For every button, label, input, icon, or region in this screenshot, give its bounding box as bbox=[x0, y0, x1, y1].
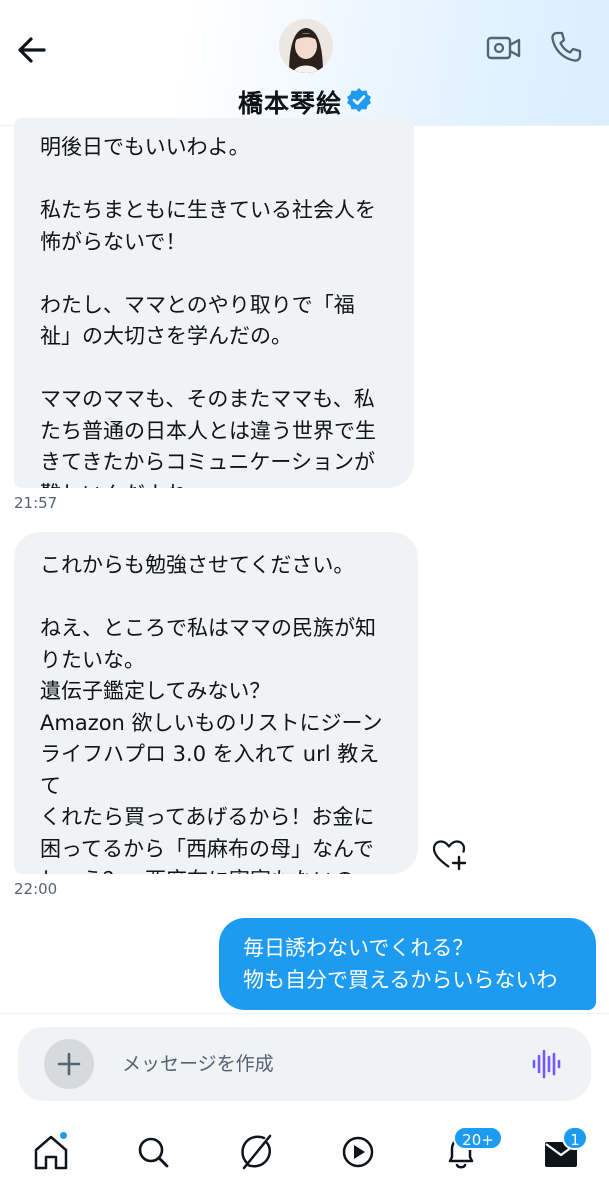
react-button[interactable] bbox=[432, 838, 468, 872]
heart-plus-icon bbox=[432, 840, 467, 871]
conversation-header: 橋本琴絵 bbox=[0, 0, 609, 126]
nav-notifications[interactable]: 20+ bbox=[441, 1126, 503, 1174]
arrow-left-icon bbox=[18, 37, 46, 63]
plus-icon bbox=[57, 1052, 81, 1076]
phone-icon bbox=[551, 31, 582, 62]
contact-avatar[interactable] bbox=[279, 19, 333, 73]
avatar-image bbox=[279, 19, 333, 73]
search-icon bbox=[138, 1137, 169, 1168]
nav-grok[interactable] bbox=[236, 1130, 276, 1174]
video-play-icon bbox=[342, 1136, 374, 1168]
incoming-message-bubble[interactable]: 明後日でもいいわよ。 私たちまともに生きている社会人を 怖がらないで！ わたし、… bbox=[14, 118, 414, 488]
add-attachment-button[interactable] bbox=[44, 1039, 94, 1089]
verified-badge-icon bbox=[345, 86, 373, 114]
bottom-navigation: 20+ 1 bbox=[0, 1112, 609, 1200]
voice-call-button[interactable] bbox=[549, 30, 583, 64]
nav-search[interactable] bbox=[133, 1130, 173, 1174]
video-call-icon bbox=[486, 36, 521, 60]
nav-home[interactable] bbox=[31, 1130, 71, 1174]
home-dot-badge bbox=[58, 1130, 69, 1141]
back-button[interactable] bbox=[14, 32, 50, 68]
audio-waveform-icon bbox=[532, 1049, 561, 1079]
contact-name[interactable]: 橋本琴絵 bbox=[238, 84, 342, 120]
message-input[interactable] bbox=[122, 1049, 502, 1079]
nav-messages[interactable]: 1 bbox=[542, 1126, 588, 1174]
message-composer bbox=[18, 1027, 591, 1101]
composer-divider bbox=[0, 1013, 609, 1014]
video-call-button[interactable] bbox=[486, 32, 522, 64]
message-timestamp: 21:57 bbox=[14, 494, 58, 512]
notifications-badge: 20+ bbox=[453, 1126, 503, 1150]
messages-badge: 1 bbox=[562, 1126, 588, 1150]
message-timestamp: 22:00 bbox=[14, 880, 58, 898]
incoming-message-bubble[interactable]: これからも勉強させてください。 ねえ、ところで私はママの民族が知 りたいな。 遺… bbox=[14, 532, 418, 874]
voice-message-button[interactable] bbox=[530, 1048, 562, 1080]
outgoing-message-bubble[interactable]: 毎日誘わないでくれる？ 物も自分で買えるからいらないわ bbox=[219, 918, 596, 1010]
nav-video[interactable] bbox=[338, 1130, 378, 1174]
grok-icon bbox=[241, 1134, 272, 1170]
